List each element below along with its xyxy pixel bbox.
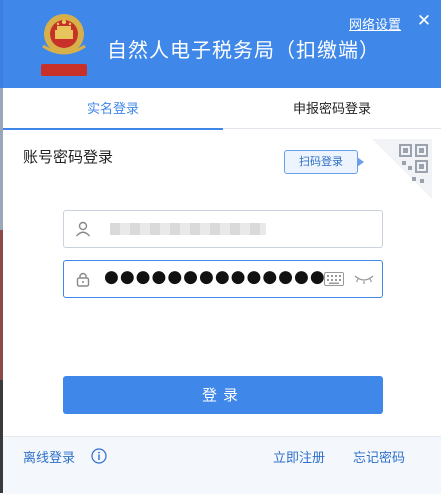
password-field[interactable]: ●●●●●●●●●●●●●● [63,260,383,298]
password-value: ●●●●●●●●●●●●●● [104,267,326,287]
user-icon [75,221,91,237]
qr-code-icon[interactable] [372,139,432,199]
login-tabs: 实名登录 申报密码登录 [3,92,441,130]
eye-closed-icon[interactable] [354,273,374,285]
forgot-password-link[interactable]: 忘记密码 [353,447,405,466]
username-field[interactable] [63,210,383,248]
header-bar: 自然人电子税务局（扣缴端） 网络设置 ✕ [3,0,441,88]
lock-icon [76,272,90,287]
info-icon[interactable] [91,448,107,464]
footer-bar: 离线登录 立即注册 忘记密码 [3,436,441,494]
masked-username [110,223,266,235]
tab-declaration-password-login[interactable]: 申报密码登录 [223,92,441,128]
form-title: 账号密码登录 [23,148,114,166]
close-icon[interactable]: ✕ [415,12,433,30]
tab-real-name-login[interactable]: 实名登录 [3,92,223,130]
register-link[interactable]: 立即注册 [273,447,325,466]
qr-scan-login-button[interactable]: 扫码登录 [284,150,364,174]
network-settings-link[interactable]: 网络设置 [349,14,401,33]
keyboard-icon[interactable] [324,272,344,286]
offline-login-link[interactable]: 离线登录 [23,447,75,466]
app-title: 自然人电子税务局（扣缴端） [107,38,380,62]
login-button[interactable]: 登录 [63,376,383,414]
national-emblem-icon [41,14,87,76]
